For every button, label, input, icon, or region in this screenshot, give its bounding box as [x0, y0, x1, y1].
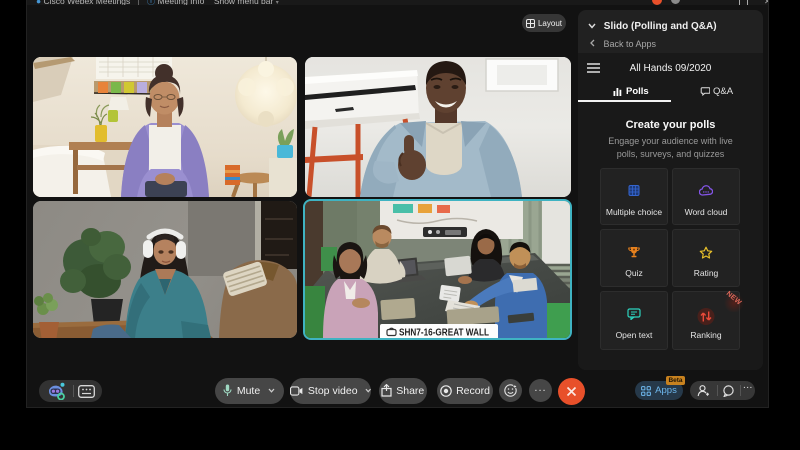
- svg-text:SHN7-16-GREAT WALL: SHN7-16-GREAT WALL: [399, 328, 489, 339]
